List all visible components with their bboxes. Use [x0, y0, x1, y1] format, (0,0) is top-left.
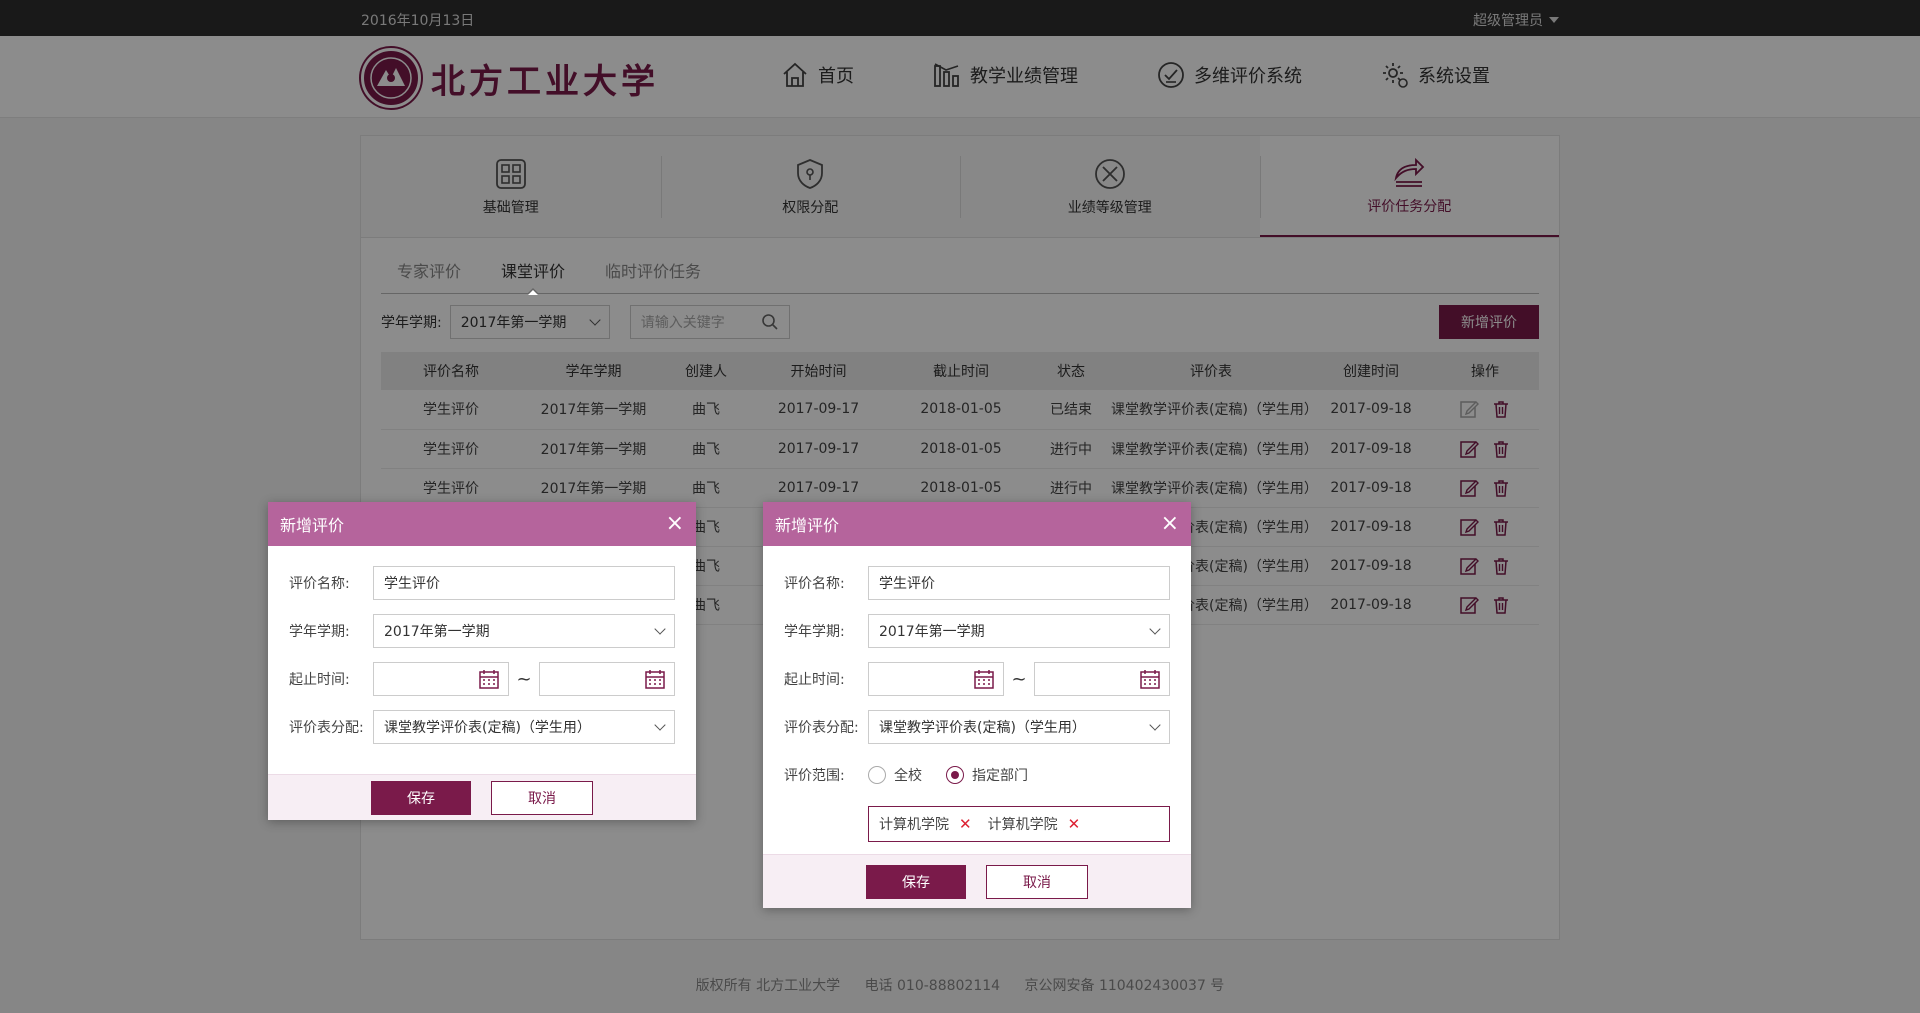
term-select-value: 2017年第一学期 — [879, 624, 985, 640]
term-select[interactable]: 2017年第一学期 — [373, 614, 675, 648]
dialog-title: 新增评价 — [280, 516, 345, 535]
start-date-input[interactable] — [868, 662, 1004, 696]
start-date-input[interactable] — [373, 662, 509, 696]
form-select[interactable]: 课堂教学评价表(定稿)（学生用） — [868, 710, 1170, 744]
dialog-footer: 保存 取消 — [763, 854, 1191, 908]
department-tag-input[interactable]: 计算机学院 ✕ 计算机学院 ✕ — [868, 806, 1170, 842]
end-date-input[interactable] — [1034, 662, 1170, 696]
close-icon[interactable]: × — [1161, 513, 1179, 535]
form-assign-label: 评价表分配: — [289, 720, 364, 736]
dialog-header: 新增评价 × — [763, 502, 1191, 546]
form-select-value: 课堂教学评价表(定稿)（学生用） — [384, 720, 591, 736]
dialog-header: 新增评价 × — [268, 502, 696, 546]
chevron-down-icon — [1149, 719, 1161, 731]
chevron-down-icon — [1149, 623, 1161, 635]
name-label: 评价名称: — [289, 576, 350, 592]
term-select[interactable]: 2017年第一学期 — [868, 614, 1170, 648]
name-input-value: 学生评价 — [384, 576, 440, 592]
calendar-icon — [974, 670, 994, 689]
chevron-down-icon — [654, 623, 666, 635]
add-evaluation-dialog-right: 新增评价 × 评价名称: 学生评价 学年学期: 2017年第一学期 起止时间: … — [763, 502, 1191, 908]
add-evaluation-dialog-left: 新增评价 × 评价名称: 学生评价 学年学期: 2017年第一学期 起止时间: … — [268, 502, 696, 820]
cancel-button[interactable]: 取消 — [986, 864, 1088, 899]
dialog-footer: 保存 取消 — [268, 774, 696, 820]
form-select-value: 课堂教学评价表(定稿)（学生用） — [879, 720, 1086, 736]
department-tag: 计算机学院 ✕ — [879, 814, 972, 834]
dialog-body: 评价名称: 学生评价 学年学期: 2017年第一学期 起止时间: ~ 评价表分配… — [763, 546, 1191, 854]
form-select[interactable]: 课堂教学评价表(定稿)（学生用） — [373, 710, 675, 744]
chevron-down-icon — [654, 719, 666, 731]
department-tag-label: 计算机学院 — [987, 817, 1058, 833]
calendar-icon — [1140, 670, 1160, 689]
range-separator: ~ — [516, 668, 532, 690]
name-input[interactable]: 学生评价 — [373, 566, 675, 600]
end-date-input[interactable] — [539, 662, 675, 696]
save-button[interactable]: 保存 — [866, 864, 966, 899]
form-assign-label: 评价表分配: — [784, 720, 859, 736]
dialog-body: 评价名称: 学生评价 学年学期: 2017年第一学期 起止时间: ~ 评价表分配… — [268, 546, 696, 774]
scope-label: 评价范围: — [784, 768, 845, 784]
calendar-icon — [479, 670, 499, 689]
remove-tag-icon[interactable]: ✕ — [1068, 815, 1081, 833]
term-label: 学年学期: — [289, 624, 350, 640]
radio-checked-icon — [946, 766, 964, 784]
name-input[interactable]: 学生评价 — [868, 566, 1170, 600]
save-button[interactable]: 保存 — [371, 780, 471, 815]
scope-radio-department[interactable]: 指定部门 — [946, 765, 1028, 785]
cancel-button[interactable]: 取消 — [491, 780, 593, 815]
department-tag-label: 计算机学院 — [879, 817, 949, 833]
radio-unchecked-icon — [868, 766, 886, 784]
name-input-value: 学生评价 — [879, 576, 935, 592]
scope-radio-all[interactable]: 全校 — [868, 765, 922, 785]
calendar-icon — [645, 670, 665, 689]
time-range-label: 起止时间: — [784, 672, 845, 688]
scope-department-label: 指定部门 — [972, 768, 1028, 784]
department-tag: 计算机学院 ✕ — [988, 814, 1081, 834]
term-select-value: 2017年第一学期 — [384, 624, 490, 640]
term-label: 学年学期: — [784, 624, 845, 640]
dialog-title: 新增评价 — [775, 516, 840, 535]
time-range-label: 起止时间: — [289, 672, 350, 688]
close-icon[interactable]: × — [666, 513, 684, 535]
name-label: 评价名称: — [784, 576, 845, 592]
range-separator: ~ — [1011, 668, 1027, 690]
remove-tag-icon[interactable]: ✕ — [959, 815, 972, 833]
scope-all-label: 全校 — [894, 768, 922, 784]
